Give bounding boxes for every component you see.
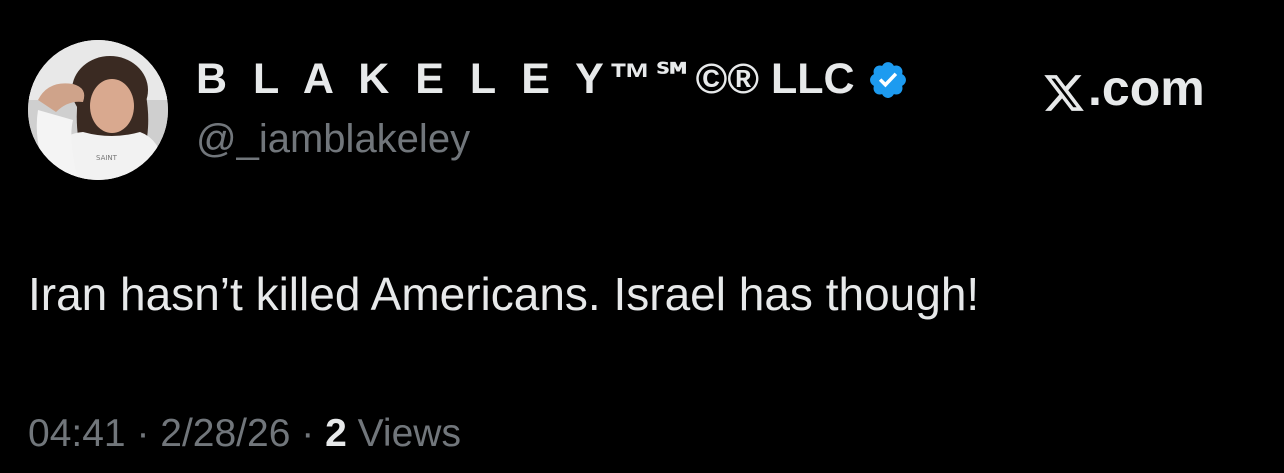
tweet-text: Iran hasn’t killed Americans. Israel has… xyxy=(28,268,980,320)
x-logo-icon xyxy=(1042,68,1086,112)
tweet-meta: 04:41 · 2/28/26 · 2 Views xyxy=(28,408,461,460)
display-name[interactable]: B L A K E L E Y ™℠©® LLC xyxy=(196,52,909,106)
tweet-time[interactable]: 04:41 xyxy=(28,412,126,455)
avatar[interactable]: SAINT xyxy=(28,40,168,180)
meta-separator: · xyxy=(125,412,161,455)
profile-photo-icon: SAINT xyxy=(28,40,168,180)
views-label: Views xyxy=(346,412,461,455)
display-name-suffix: ™℠©® LLC xyxy=(608,55,855,103)
meta-separator: · xyxy=(290,412,326,455)
user-handle[interactable]: @_iamblakeley xyxy=(196,114,470,164)
views-count[interactable]: 2 xyxy=(325,412,347,455)
brand-label: .com xyxy=(1088,60,1205,116)
svg-text:SAINT: SAINT xyxy=(96,154,118,162)
verified-badge-icon xyxy=(867,59,909,101)
x-com-brand: .com xyxy=(1042,58,1205,118)
tweet-date[interactable]: 2/28/26 xyxy=(160,412,290,455)
display-name-text: B L A K E L E Y xyxy=(196,55,611,103)
